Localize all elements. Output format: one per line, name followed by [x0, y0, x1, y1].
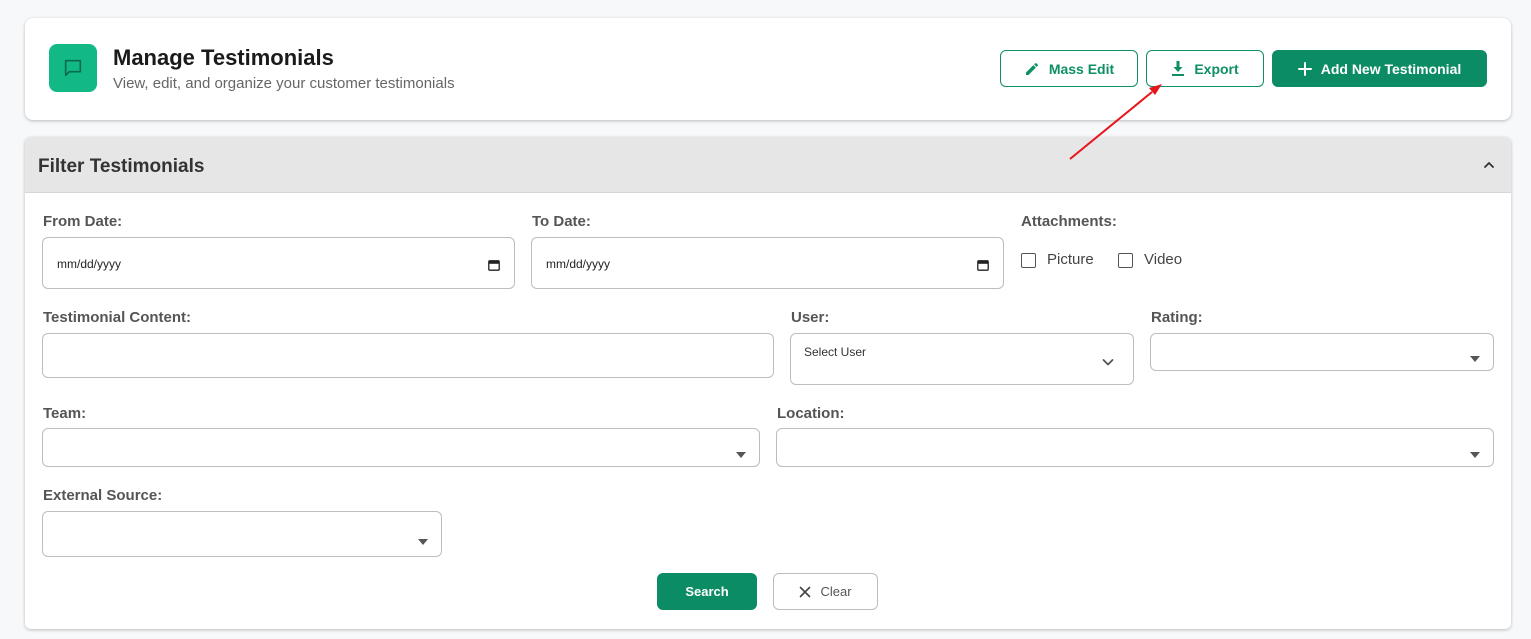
filter-panel-header[interactable]: Filter Testimonials: [25, 137, 1511, 193]
page-header: Manage Testimonials View, edit, and orga…: [25, 18, 1511, 120]
export-button[interactable]: Export: [1146, 50, 1264, 87]
calendar-icon[interactable]: [977, 258, 989, 276]
testimonial-content-label: Testimonial Content:: [43, 309, 192, 326]
location-label: Location:: [777, 405, 845, 422]
calendar-icon[interactable]: [488, 258, 500, 276]
video-checkbox[interactable]: [1118, 253, 1133, 268]
page-title: Manage Testimonials: [113, 45, 334, 70]
from-date-label: From Date:: [43, 213, 123, 230]
filter-panel: Filter Testimonials From Date: mm/dd/yyy…: [25, 137, 1511, 629]
from-date-field[interactable]: mm/dd/yyyy: [42, 237, 515, 289]
add-new-testimonial-button[interactable]: Add New Testimonial: [1272, 50, 1487, 87]
chevron-up-icon[interactable]: [1483, 158, 1495, 176]
user-select-placeholder: Select User: [804, 345, 867, 359]
clear-button[interactable]: Clear: [773, 573, 878, 610]
to-date-field[interactable]: mm/dd/yyyy: [531, 237, 1004, 289]
location-select[interactable]: [776, 428, 1494, 467]
user-select[interactable]: Select User: [790, 333, 1134, 385]
chevron-down-icon: [1102, 354, 1114, 372]
pencil-icon: [1024, 61, 1040, 77]
team-select[interactable]: [42, 428, 760, 467]
search-button-label: Search: [685, 584, 729, 599]
to-date-value: mm/dd/yyyy: [546, 257, 611, 271]
mass-edit-label: Mass Edit: [1048, 60, 1115, 77]
picture-checkbox[interactable]: [1021, 253, 1036, 268]
caret-down-icon: [736, 445, 746, 463]
picture-checkbox-label: Picture: [1047, 251, 1094, 268]
add-new-label: Add New Testimonial: [1320, 60, 1462, 77]
close-icon: [799, 586, 811, 598]
external-source-select[interactable]: [42, 511, 442, 557]
clear-button-label: Clear: [820, 584, 852, 599]
export-label: Export: [1194, 60, 1239, 77]
filter-title: Filter Testimonials: [38, 156, 205, 177]
video-checkbox-label: Video: [1144, 251, 1183, 268]
caret-down-icon: [418, 532, 428, 550]
rating-label: Rating:: [1151, 309, 1203, 326]
download-icon: [1171, 60, 1185, 77]
rating-select[interactable]: [1150, 333, 1494, 371]
search-button[interactable]: Search: [657, 573, 757, 610]
plus-icon: [1297, 61, 1312, 76]
attachments-label: Attachments:: [1021, 213, 1117, 230]
to-date-label: To Date:: [532, 213, 591, 230]
user-label: User:: [791, 309, 830, 326]
team-label: Team:: [43, 405, 87, 422]
external-source-label: External Source:: [43, 487, 163, 504]
caret-down-icon: [1470, 445, 1480, 463]
mass-edit-button[interactable]: Mass Edit: [1000, 50, 1138, 87]
from-date-value: mm/dd/yyyy: [57, 257, 122, 271]
testimonial-content-input[interactable]: [42, 333, 774, 378]
chat-bubble-icon: [49, 44, 97, 92]
page-subtitle: View, edit, and organize your customer t…: [113, 75, 455, 92]
caret-down-icon: [1470, 349, 1480, 367]
